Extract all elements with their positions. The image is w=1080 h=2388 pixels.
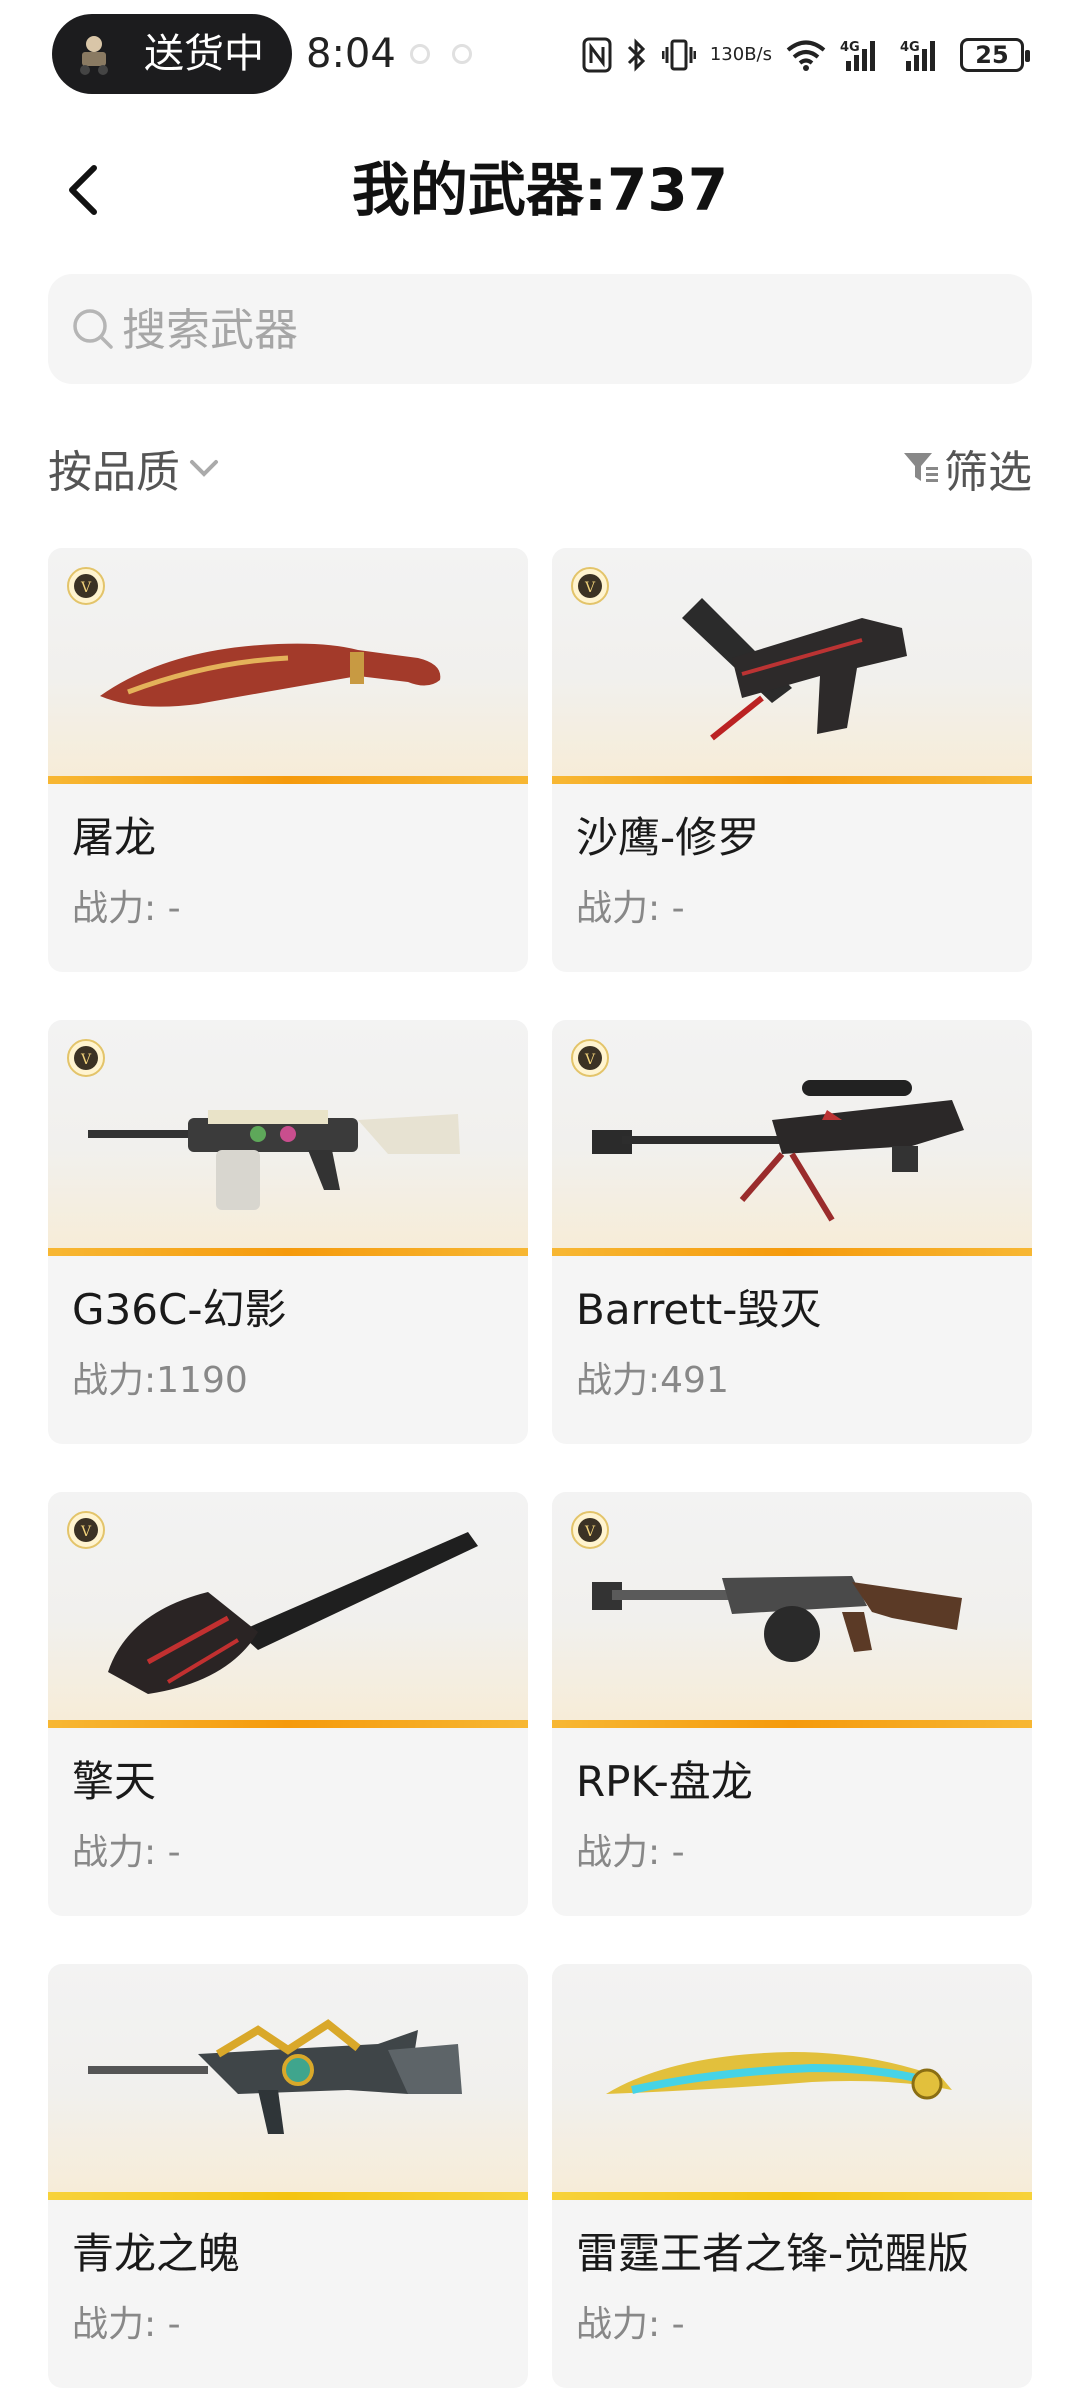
weapon-power: 战力: - bbox=[576, 888, 685, 929]
rarity-bar bbox=[552, 1248, 1032, 1256]
search-bar[interactable] bbox=[48, 274, 1032, 386]
notification-dot-icon bbox=[452, 44, 472, 64]
weapon-name: RPK-盘龙 bbox=[576, 1757, 753, 1806]
weapon-image: V bbox=[48, 1020, 528, 1256]
weapon-name: 屠龙 bbox=[72, 813, 157, 862]
weapon-name: 擎天 bbox=[72, 1757, 157, 1806]
svg-text:4G: 4G bbox=[840, 40, 860, 55]
weapon-power: 战力: - bbox=[72, 888, 181, 929]
delivery-status-pill[interactable]: 送货中 bbox=[52, 14, 292, 94]
sniper-rifle-icon bbox=[592, 1080, 964, 1222]
network-speed: 130 B/s bbox=[710, 46, 772, 64]
bluetooth-icon bbox=[627, 38, 645, 72]
sort-label: 按品质 bbox=[48, 447, 180, 498]
weapon-name: 雷霆王者之锋-觉醒版 bbox=[576, 2229, 970, 2278]
weapon-card[interactable]: V Barrett-毁灭 战力:491 bbox=[552, 1020, 1032, 1444]
page-title: 我的武器:737 bbox=[351, 156, 729, 224]
vibrate-icon bbox=[661, 39, 696, 71]
status-icons: 130 B/s 4G 4G 25 bbox=[582, 30, 1030, 80]
weapon-card[interactable]: V 屠龙 战力: - bbox=[48, 548, 528, 972]
machine-gun-icon bbox=[592, 1576, 962, 1662]
weapon-image: V bbox=[552, 1492, 1032, 1728]
filter-label: 筛选 bbox=[944, 447, 1032, 498]
weapon-image: V bbox=[48, 1492, 528, 1728]
rarity-bar bbox=[48, 2192, 528, 2200]
golden-blade-icon bbox=[606, 2052, 952, 2100]
search-icon bbox=[73, 309, 113, 349]
rarity-bar bbox=[552, 776, 1032, 784]
weapon-power: 战力: - bbox=[576, 1832, 685, 1873]
wifi-icon bbox=[786, 40, 826, 71]
svg-text:4G: 4G bbox=[900, 40, 920, 55]
signal-4g-icon: 4G bbox=[840, 40, 875, 71]
chevron-down-icon bbox=[190, 460, 218, 477]
page-header: 我的武器:737 bbox=[0, 140, 1080, 240]
weapon-card[interactable]: V G36C-幻影 战力:1190 bbox=[48, 1020, 528, 1444]
weapon-power: 战力: - bbox=[576, 2304, 685, 2345]
golden-rifle-icon bbox=[88, 2019, 462, 2134]
weapon-card[interactable]: V 擎天 战力: - bbox=[48, 1492, 528, 1916]
network-speed-unit: B/s bbox=[744, 44, 772, 65]
weapon-image: V bbox=[552, 548, 1032, 784]
delivery-avatar-icon bbox=[80, 36, 108, 75]
weapon-power: 战力: - bbox=[72, 2304, 181, 2345]
filter-icon bbox=[904, 453, 938, 482]
search-input[interactable] bbox=[120, 274, 1008, 386]
clock: 8:04 bbox=[306, 31, 396, 77]
weapon-image bbox=[552, 1964, 1032, 2200]
rarity-bar bbox=[552, 1720, 1032, 1728]
shovel-icon bbox=[108, 1532, 478, 1694]
signal-4g-icon: 4G bbox=[900, 40, 935, 71]
rarity-bar bbox=[48, 1248, 528, 1256]
kukri-knife-icon bbox=[100, 643, 441, 707]
notification-dot-icon bbox=[410, 44, 430, 64]
weapon-card[interactable]: 青龙之魄 战力: - bbox=[48, 1964, 528, 2388]
weapon-name: 沙鹰-修罗 bbox=[576, 813, 760, 862]
battery-indicator: 25 bbox=[960, 38, 1030, 72]
filter-button[interactable]: 筛选 bbox=[902, 438, 1032, 498]
battery-level: 25 bbox=[975, 41, 1009, 69]
assault-rifle-icon bbox=[88, 1110, 460, 1210]
rarity-bar bbox=[48, 1720, 528, 1728]
weapon-image bbox=[48, 1964, 528, 2200]
sort-by-quality-dropdown[interactable]: 按品质 bbox=[48, 438, 222, 498]
rarity-bar bbox=[552, 2192, 1032, 2200]
weapon-name: G36C-幻影 bbox=[72, 1285, 287, 1334]
rarity-bar bbox=[48, 776, 528, 784]
status-bar: 送货中 8:04 130 B/s 4G 4G 25 bbox=[0, 0, 1080, 105]
weapon-power: 战力:491 bbox=[576, 1360, 729, 1401]
weapon-card[interactable]: V RPK-盘龙 战力: - bbox=[552, 1492, 1032, 1916]
weapon-power: 战力:1190 bbox=[72, 1360, 248, 1401]
network-speed-value: 130 bbox=[709, 44, 745, 65]
weapon-image: V bbox=[552, 1020, 1032, 1256]
nfc-icon bbox=[582, 37, 612, 73]
desert-eagle-pistol-icon bbox=[682, 598, 907, 741]
weapon-name: 青龙之魄 bbox=[72, 2229, 241, 2278]
weapon-card[interactable]: V 沙鹰-修罗 战力: - bbox=[552, 548, 1032, 972]
delivery-status-label: 送货中 bbox=[144, 31, 264, 77]
weapon-image: V bbox=[48, 548, 528, 784]
weapon-card[interactable]: 雷霆王者之锋-觉醒版 战力: - bbox=[552, 1964, 1032, 2388]
weapon-power: 战力: - bbox=[72, 1832, 181, 1873]
weapon-name: Barrett-毁灭 bbox=[576, 1285, 822, 1334]
